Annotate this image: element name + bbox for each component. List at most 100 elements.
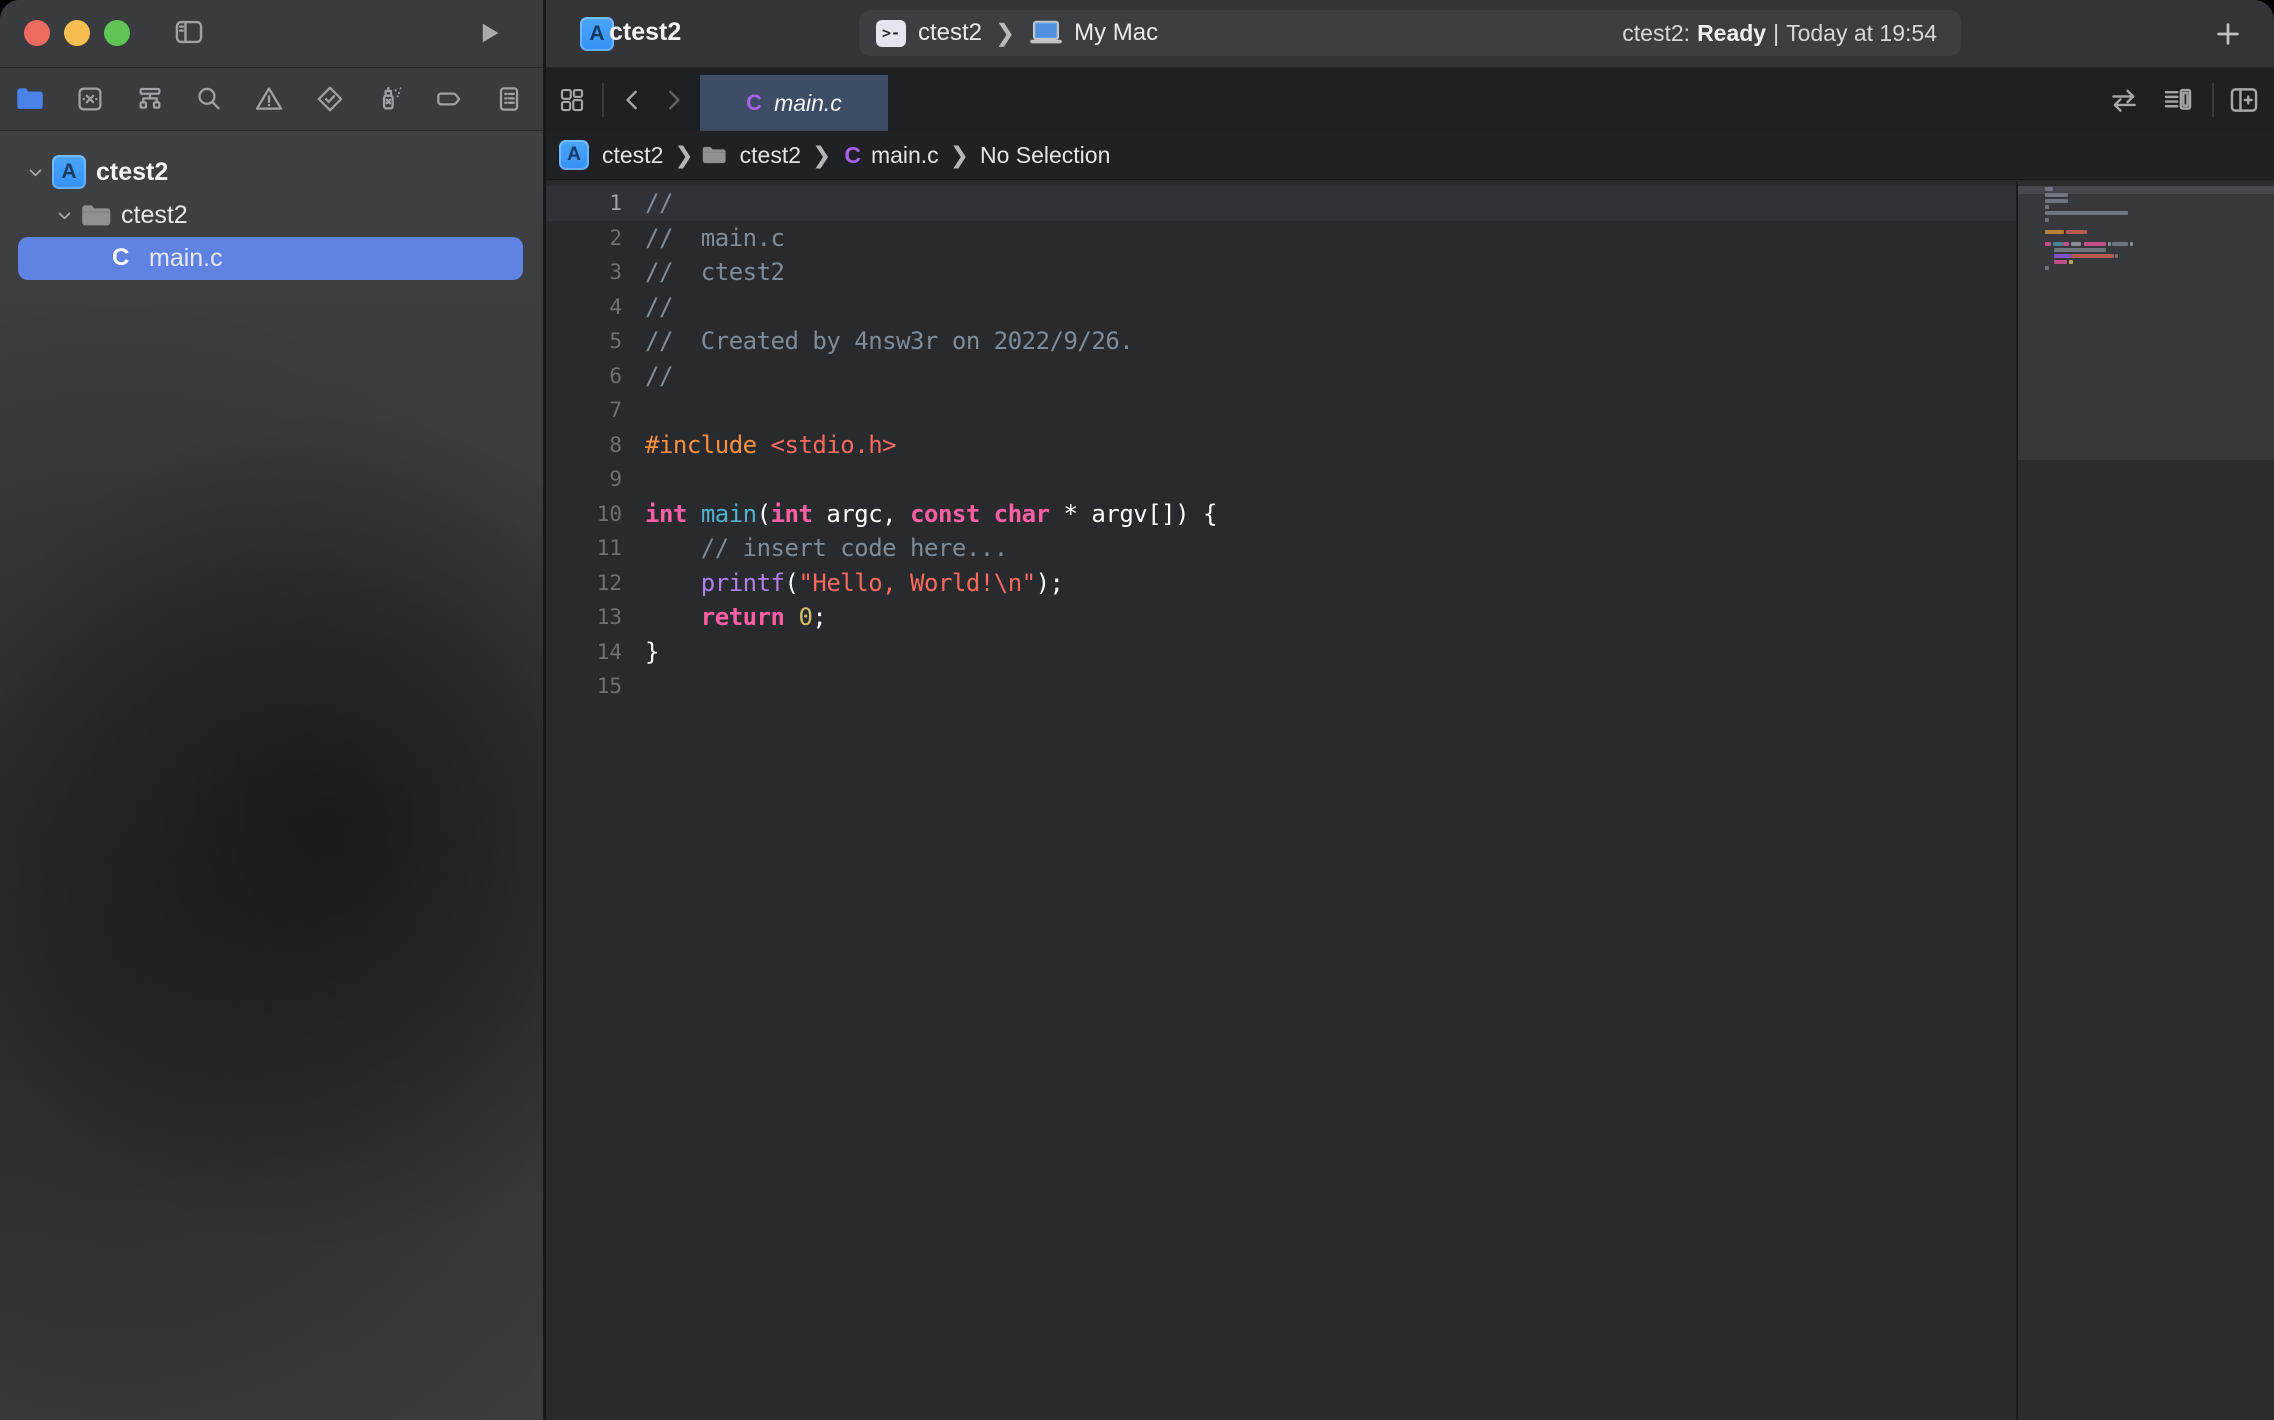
- code-line-2[interactable]: 2// main.c: [546, 221, 2016, 256]
- code-line-5[interactable]: 5// Created by 4nsw3r on 2022/9/26.: [546, 324, 2016, 359]
- jump-bar[interactable]: Actest2 ❯ ctest2 ❯ Cmain.c ❯ No Selection: [546, 131, 2274, 180]
- code-line-8[interactable]: 8#include <stdio.h>: [546, 428, 2016, 463]
- find-navigator-icon[interactable]: [192, 82, 226, 116]
- code-line-11[interactable]: 11 // insert code here...: [546, 531, 2016, 566]
- tree-row-ctest2[interactable]: Actest2: [0, 151, 543, 194]
- minimap-line-mark: [2069, 260, 2073, 264]
- tree-row-ctest2[interactable]: ctest2: [0, 194, 543, 237]
- code-text: return 0;: [645, 603, 826, 631]
- close-window-button[interactable]: [24, 20, 50, 46]
- code-line-13[interactable]: 13 return 0;: [546, 600, 2016, 635]
- disclosure-chevron-icon[interactable]: [27, 164, 44, 181]
- line-number: 2: [546, 226, 622, 250]
- minimap-line-mark: [2054, 254, 2071, 258]
- c-file-icon: C: [112, 244, 129, 272]
- tab-overview-icon[interactable]: [553, 81, 591, 119]
- line-number: 10: [546, 502, 622, 526]
- run-button[interactable]: [472, 16, 506, 50]
- sidebar-toolbar: [0, 0, 543, 68]
- minimap-line-mark: [2054, 248, 2106, 252]
- project-navigator-icon[interactable]: [13, 82, 47, 116]
- code-line-6[interactable]: 6//: [546, 359, 2016, 394]
- breadcrumb-item[interactable]: ctest2: [701, 142, 805, 169]
- breadcrumb-item[interactable]: Cmain.c: [838, 142, 942, 169]
- minimap-line-mark: [2130, 242, 2133, 246]
- minimap-line-mark: [2071, 242, 2081, 246]
- breadcrumb-label: ctest2: [602, 142, 663, 169]
- minimap-line-mark: [2045, 230, 2064, 234]
- breakpoint-navigator-icon[interactable]: [432, 82, 466, 116]
- debug-navigator-icon[interactable]: [372, 82, 406, 116]
- minimap-line-mark: [2045, 193, 2068, 197]
- code-line-15[interactable]: 15: [546, 669, 2016, 704]
- breadcrumb-label: main.c: [871, 142, 939, 169]
- library-add-button[interactable]: [2208, 14, 2248, 54]
- zoom-window-button[interactable]: [104, 20, 130, 46]
- c-file-icon: C: [844, 142, 861, 169]
- minimap-line-mark: [2054, 260, 2067, 264]
- navigator-bar: [0, 68, 543, 131]
- minimap-line-mark: [2053, 242, 2063, 246]
- breadcrumb-chevron-icon: ❯: [950, 142, 969, 169]
- code-line-12[interactable]: 12 printf("Hello, World!\n");: [546, 566, 2016, 601]
- tab-bar: C main.c: [546, 68, 2274, 131]
- report-navigator-icon[interactable]: [492, 82, 526, 116]
- code-line-4[interactable]: 4//: [546, 290, 2016, 325]
- code-text: // insert code here...: [645, 534, 1008, 562]
- minimap-line-mark: [2063, 242, 2069, 246]
- toggle-sidebar-icon[interactable]: [172, 15, 206, 49]
- code-text: // Created by 4nsw3r on 2022/9/26.: [645, 327, 1133, 355]
- code-line-14[interactable]: 14}: [546, 635, 2016, 670]
- minimap-line-mark: [2045, 242, 2051, 246]
- navigate-forward-icon[interactable]: [654, 81, 692, 119]
- code-text: //: [645, 189, 673, 217]
- tree-label: ctest2: [96, 158, 168, 187]
- editor-options-icon[interactable]: [2159, 81, 2197, 119]
- code-line-7[interactable]: 7: [546, 393, 2016, 428]
- app-project-icon: A: [559, 140, 589, 170]
- line-number: 11: [546, 536, 622, 560]
- symbol-navigator-icon[interactable]: [133, 82, 167, 116]
- breadcrumb-chevron-icon: ❯: [674, 142, 693, 169]
- source-editor[interactable]: 1//2// main.c3// ctest24//5// Created by…: [546, 181, 2274, 1420]
- code-line-10[interactable]: 10int main(int argc, const char * argv[]…: [546, 497, 2016, 532]
- test-navigator-icon[interactable]: [313, 82, 347, 116]
- tree-selection: [18, 237, 523, 280]
- main-area: A ctest2 >- ctest2 ❯ My Mac ctest2: Read…: [546, 0, 2274, 1420]
- minimize-window-button[interactable]: [64, 20, 90, 46]
- line-number: 4: [546, 295, 622, 319]
- minimap-line-mark: [2108, 242, 2111, 246]
- scheme-destination[interactable]: My Mac: [1074, 19, 1158, 47]
- line-number: 12: [546, 571, 622, 595]
- source-control-navigator-icon[interactable]: [73, 82, 107, 116]
- minimap-line-mark: [2066, 230, 2087, 234]
- activity-status: ctest2: Ready | Today at 19:54: [1622, 10, 1937, 56]
- folder-icon: [701, 145, 727, 165]
- status-separator: |: [1773, 20, 1779, 47]
- breadcrumb-item[interactable]: Actest2: [559, 140, 667, 170]
- scheme-name[interactable]: ctest2: [918, 19, 982, 47]
- line-number: 3: [546, 260, 622, 284]
- scheme-chevron-icon: ❯: [995, 19, 1015, 48]
- minimap[interactable]: [2018, 181, 2274, 1420]
- tab-main-c[interactable]: C main.c: [700, 75, 888, 131]
- code-line-1[interactable]: 1//: [546, 186, 2016, 221]
- code-line-9[interactable]: 9: [546, 462, 2016, 497]
- status-time: Today at 19:54: [1786, 20, 1937, 47]
- code-line-3[interactable]: 3// ctest2: [546, 255, 2016, 290]
- navigate-back-icon[interactable]: [614, 81, 652, 119]
- scheme-and-status-bar[interactable]: >- ctest2 ❯ My Mac ctest2: Ready | Today…: [859, 10, 1961, 56]
- line-number: 8: [546, 433, 622, 457]
- tree-row-main.c[interactable]: Cmain.c: [0, 237, 543, 280]
- line-number: 9: [546, 467, 622, 491]
- tabbar-divider-2: [2212, 83, 2214, 117]
- add-editor-icon[interactable]: [2225, 81, 2263, 119]
- minimap-line-mark: [2045, 266, 2049, 270]
- code-review-icon[interactable]: [2105, 81, 2143, 119]
- disclosure-chevron-icon[interactable]: [56, 207, 73, 224]
- issue-navigator-icon[interactable]: [252, 82, 286, 116]
- breadcrumb-chevron-icon: ❯: [812, 142, 831, 169]
- line-number: 7: [546, 398, 622, 422]
- breadcrumb-item[interactable]: No Selection: [976, 142, 1114, 169]
- line-number: 14: [546, 640, 622, 664]
